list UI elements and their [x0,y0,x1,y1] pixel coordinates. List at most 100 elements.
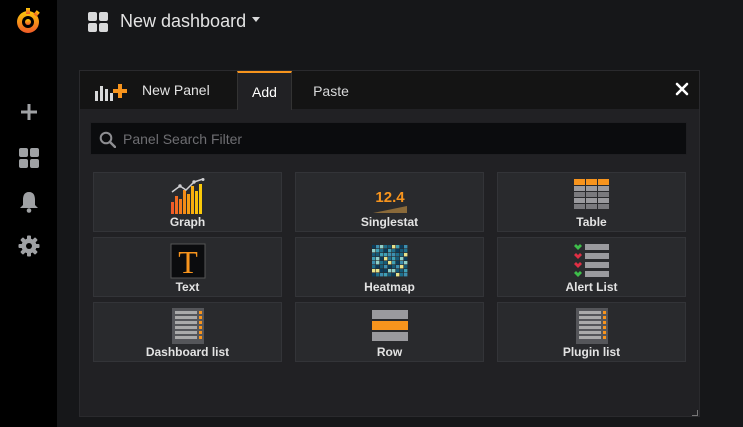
panel-type-row[interactable]: Row [295,302,484,362]
card-label: Graph [169,215,206,229]
card-label: Row [376,345,403,359]
heatmap-cell [384,257,388,261]
heatmap-cell [376,253,380,257]
text-thumb-icon: T [170,243,206,279]
tab-paste-label: Paste [313,82,349,99]
heatmap-cell [384,249,388,253]
grafana-logo-icon[interactable] [14,7,42,35]
card-label: Alert List [565,280,618,294]
heatmap-cell [372,245,376,249]
new-panel: New Panel Add Paste Graph 12.4 [79,70,700,417]
card-label: Heatmap [364,280,415,294]
bell-icon [20,192,38,213]
search-icon [99,131,116,148]
heatmap-cell [372,265,376,269]
heatmap-cell [396,249,400,253]
panel-title: New Panel [142,82,210,98]
panel-type-singlestat[interactable]: 12.4 Singlestat [295,172,484,232]
heatmap-cell [372,249,376,253]
panel-type-alert-list[interactable]: Alert List [497,237,686,297]
heatmap-cell [380,249,384,253]
dashboards-icon [19,148,39,168]
heatmap-cell [380,261,384,265]
heatmap-cell [404,261,408,265]
panel-type-dashboard-list[interactable]: Dashboard list [93,302,282,362]
heatmap-cell [376,245,380,249]
panel-type-table[interactable]: Table [497,172,686,232]
heatmap-cell [400,245,404,249]
tab-paste[interactable]: Paste [296,71,366,110]
heatmap-cell [384,245,388,249]
panel-resize-handle[interactable] [692,410,698,416]
heatmap-cell [376,261,380,265]
tab-add-label: Add [252,83,277,100]
panel-header: New Panel [80,71,699,109]
heatmap-cell [376,273,380,277]
sidemenu-item-alerting[interactable] [16,189,42,215]
heatmap-cell [384,253,388,257]
sidemenu-item-create[interactable] [16,99,42,125]
heatmap-cell [392,249,396,253]
singlestat-thumb-value: 12.4 [375,189,405,206]
heatmap-cell [384,269,388,273]
sidemenu-item-dashboards[interactable] [16,145,42,171]
heatmap-cell [392,253,396,257]
heatmap-cell [384,273,388,277]
heatmap-cell [396,253,400,257]
top-navbar: New dashboard [57,0,743,46]
plus-icon [21,104,37,120]
heatmap-cell [388,249,392,253]
heatmap-cell [396,257,400,261]
dashboard-grid-icon [88,12,108,32]
heatmap-cell [400,273,404,277]
chevron-down-icon[interactable] [252,17,260,22]
heatmap-cell [392,265,396,269]
heatmap-cell [380,245,384,249]
heatmap-cell [388,257,392,261]
heatmap-cell [404,249,408,253]
heatmap-cell [392,245,396,249]
singlestat-thumb-icon: 12.4 [373,189,407,213]
card-label: Dashboard list [145,345,230,359]
heatmap-cell [372,253,376,257]
add-panel-icon [95,84,127,101]
heatmap-cell [396,269,400,273]
heatmap-cell [388,253,392,257]
plugin-list-thumb-icon [576,308,608,344]
heatmap-cell [404,257,408,261]
panel-type-heatmap[interactable]: Heatmap [295,237,484,297]
dashboard-title[interactable]: New dashboard [120,11,246,32]
heatmap-cell [404,273,408,277]
panel-type-plugin-list[interactable]: Plugin list [497,302,686,362]
heatmap-cell [404,245,408,249]
sidemenu-item-configuration[interactable] [16,233,42,259]
heatmap-cell [376,265,380,269]
panel-search-input[interactable] [123,123,678,154]
heatmap-cell [388,245,392,249]
heatmap-cell [376,249,380,253]
heatmap-cell [372,273,376,277]
panel-type-text[interactable]: T Text [93,237,282,297]
heatmap-cell [396,265,400,269]
heatmap-cell [380,273,384,277]
heatmap-cell [396,245,400,249]
card-label: Table [576,215,607,229]
heatmap-cell [380,269,384,273]
heatmap-cell [388,261,392,265]
tab-add[interactable]: Add [237,71,292,110]
card-label: Plugin list [562,345,621,359]
heatmap-cell [404,265,408,269]
heatmap-cell [388,269,392,273]
row-thumb-icon [372,310,408,341]
dashboard-list-thumb-icon [172,308,204,344]
side-menu [0,0,57,427]
heatmap-thumb-icon [372,245,408,277]
heatmap-cell [372,269,376,273]
heatmap-cell [388,265,392,269]
close-icon[interactable] [674,81,690,97]
heatmap-cell [380,265,384,269]
heatmap-cell [404,269,408,273]
heatmap-cell [400,265,404,269]
panel-type-graph[interactable]: Graph [93,172,282,232]
text-thumb-glyph: T [178,244,198,279]
